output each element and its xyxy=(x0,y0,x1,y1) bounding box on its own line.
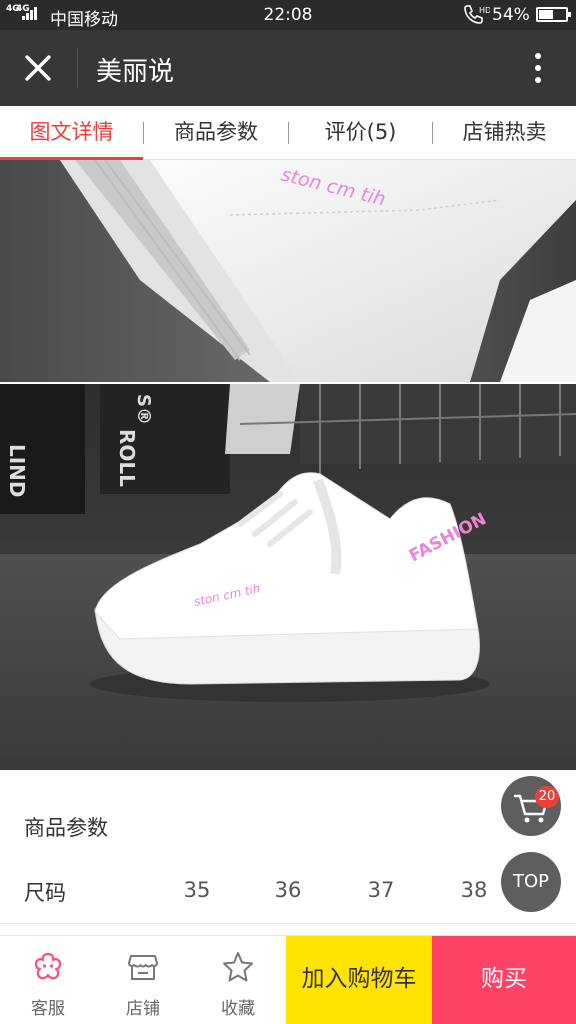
shop-label: 店铺 xyxy=(126,999,160,1019)
buy-now-button[interactable]: 购买 xyxy=(432,936,576,1024)
volte-hd-icon: HD xyxy=(464,5,490,24)
page-title: 美丽说 xyxy=(96,57,175,87)
background-box-text: ROLL xyxy=(115,429,139,487)
bottom-action-bar: 客服 店铺 收藏 加入购物车 购买 xyxy=(0,935,576,1024)
back-to-top-button[interactable]: TOP xyxy=(501,852,561,912)
tab-product-params[interactable]: 商品参数 xyxy=(144,106,288,160)
favorite-label: 收藏 xyxy=(221,999,255,1019)
tab-shop-hot[interactable]: 店铺热卖 xyxy=(433,106,576,160)
tab-reviews[interactable]: 评价(5) xyxy=(289,106,432,160)
add-to-cart-button[interactable]: 加入购物车 xyxy=(286,936,432,1024)
size-value: 38 xyxy=(460,878,488,902)
tab-graphic-details[interactable]: 图文详情 xyxy=(0,106,143,160)
svg-text:HD: HD xyxy=(479,6,490,15)
background-box-text: LIND xyxy=(5,444,29,498)
cart-count-badge: 20 xyxy=(535,786,559,808)
shop-icon xyxy=(128,955,158,980)
detail-tabs: 图文详情 商品参数 评价(5) 店铺热卖 xyxy=(0,106,576,160)
title-divider xyxy=(77,48,78,88)
floating-cart-button[interactable]: 20 xyxy=(501,776,561,836)
star-icon xyxy=(223,952,253,982)
customer-service-label: 客服 xyxy=(31,999,65,1019)
battery-icon xyxy=(536,7,571,22)
flower-service-icon xyxy=(34,952,62,980)
more-options-icon[interactable] xyxy=(526,50,550,86)
size-value: 36 xyxy=(274,878,302,902)
shop-button[interactable]: 店铺 xyxy=(95,936,191,1024)
size-value: 37 xyxy=(367,878,395,902)
size-row: 尺码 35 36 37 38 xyxy=(0,860,576,924)
background-box-text: S® xyxy=(133,394,154,425)
status-bar: 4G 4G 中国移动 22:08 HD 54% xyxy=(0,0,576,30)
size-value: 35 xyxy=(183,878,211,902)
close-icon[interactable] xyxy=(22,52,54,84)
product-photo-closeup: ston cm tih xyxy=(0,160,576,382)
favorite-button[interactable]: 收藏 xyxy=(190,936,286,1024)
title-bar: 美丽说 xyxy=(0,30,576,106)
battery-percent: 54% xyxy=(492,5,530,25)
customer-service-button[interactable]: 客服 xyxy=(0,936,96,1024)
size-label: 尺码 xyxy=(24,881,66,905)
params-section-title: 商品参数 xyxy=(24,816,108,840)
product-photo-side: LIND ROLL S® ston cm tih FASHION xyxy=(0,384,576,770)
